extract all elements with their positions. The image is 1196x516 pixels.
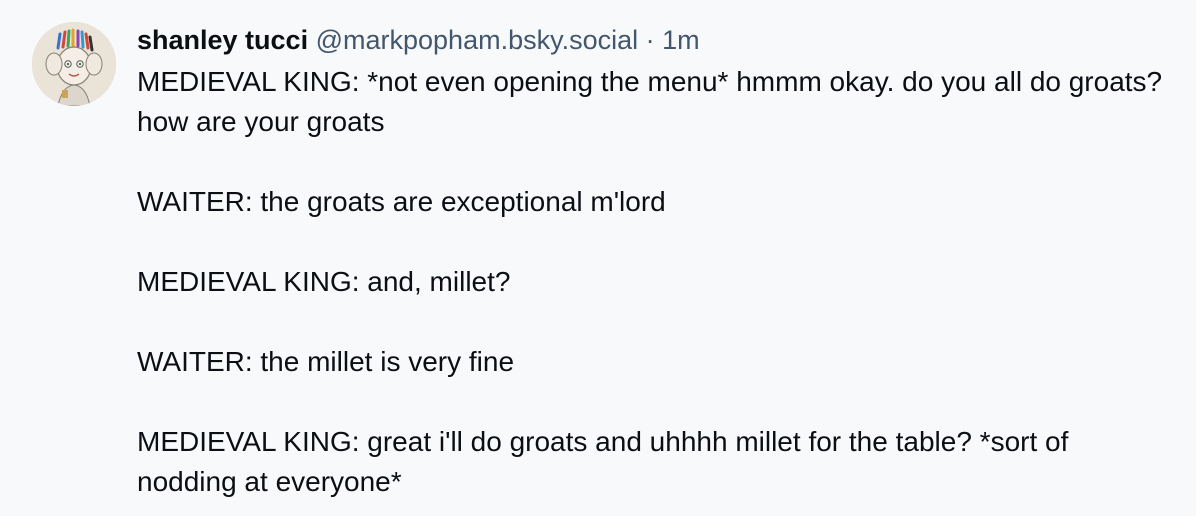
paragraph: MEDIEVAL KING: *not even opening the men… [137,66,1163,137]
paragraph: WAITER: the millet is very fine [137,346,515,377]
post-timestamp[interactable]: 1m [662,25,700,55]
paragraph: MEDIEVAL KING: great i'll do groats and … [137,426,1069,497]
paragraph: MEDIEVAL KING: and, millet? [137,266,511,297]
avatar-illustration-icon [32,22,116,106]
post[interactable]: shanley tucci @markpopham.bsky.social · … [0,0,1196,516]
paragraph: WAITER: the groats are exceptional m'lor… [137,186,666,217]
separator-dot: · [645,25,655,55]
post-header: shanley tucci @markpopham.bsky.social · … [137,20,1167,60]
post-text: MEDIEVAL KING: *not even opening the men… [137,62,1167,502]
author-handle[interactable]: @markpopham.bsky.social [316,25,639,55]
post-content: shanley tucci @markpopham.bsky.social · … [137,20,1167,502]
avatar[interactable] [32,22,116,106]
author-display-name[interactable]: shanley tucci [137,25,308,55]
